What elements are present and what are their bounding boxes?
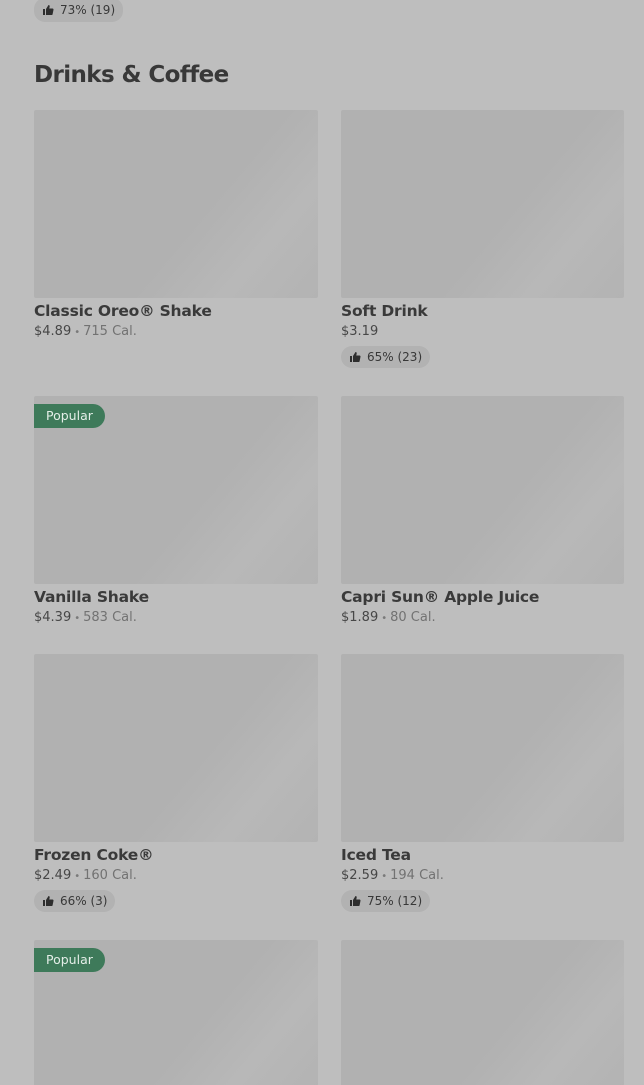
rating-badge: 73% (19) bbox=[34, 0, 124, 22]
menu-item-card[interactable]: Frozen Coke® $2.49 • 160 Cal. 66% (3) bbox=[34, 654, 318, 912]
item-meta: $3.19 bbox=[341, 324, 624, 339]
menu-item-card[interactable]: Classic Oreo® Shake $4.89 • 715 Cal. bbox=[34, 110, 318, 339]
item-name[interactable]: Frozen Coke® bbox=[34, 846, 318, 864]
menu-page: 73% (19) Drinks & Coffee Classic Oreo® S… bbox=[0, 0, 644, 1085]
separator-dot: • bbox=[381, 613, 388, 624]
separator-dot: • bbox=[74, 327, 81, 338]
item-price: $3.19 bbox=[341, 324, 379, 339]
item-image[interactable] bbox=[341, 110, 624, 298]
item-price: $2.59 bbox=[341, 868, 379, 883]
rating-badge: 75% (12) bbox=[341, 890, 431, 912]
section-title: Drinks & Coffee bbox=[34, 62, 229, 88]
item-meta: $1.89 • 80 Cal. bbox=[341, 610, 624, 625]
thumbs-up-icon bbox=[350, 352, 361, 362]
rating-text: 65% (23) bbox=[367, 350, 423, 364]
item-calories: 583 Cal. bbox=[83, 610, 137, 625]
menu-item-card[interactable]: Popular bbox=[34, 940, 318, 1085]
menu-item-card[interactable]: Iced Tea $2.59 • 194 Cal. 75% (12) bbox=[341, 654, 624, 912]
menu-item-card[interactable]: Popular Vanilla Shake $4.39 • 583 Cal. bbox=[34, 396, 318, 625]
item-image[interactable]: Popular bbox=[34, 396, 318, 584]
item-name[interactable]: Capri Sun® Apple Juice bbox=[341, 588, 624, 606]
item-image[interactable] bbox=[34, 110, 318, 298]
item-meta: $4.39 • 583 Cal. bbox=[34, 610, 318, 625]
item-meta: $2.59 • 194 Cal. bbox=[341, 868, 624, 883]
separator-dot: • bbox=[74, 613, 81, 624]
item-name[interactable]: Classic Oreo® Shake bbox=[34, 302, 318, 320]
popular-badge: Popular bbox=[34, 404, 105, 428]
rating-text: 66% (3) bbox=[60, 894, 108, 908]
popular-badge: Popular bbox=[34, 948, 105, 972]
item-calories: 194 Cal. bbox=[390, 868, 444, 883]
item-image[interactable] bbox=[341, 654, 624, 842]
menu-item-card[interactable] bbox=[341, 940, 624, 1085]
rating-text: 73% (19) bbox=[60, 3, 116, 17]
item-name[interactable]: Vanilla Shake bbox=[34, 588, 318, 606]
item-price: $4.39 bbox=[34, 610, 72, 625]
item-image[interactable] bbox=[34, 654, 318, 842]
item-image[interactable] bbox=[341, 940, 624, 1085]
item-price: $1.89 bbox=[341, 610, 379, 625]
item-image[interactable]: Popular bbox=[34, 940, 318, 1085]
rating-text: 75% (12) bbox=[367, 894, 423, 908]
rating-badge: 66% (3) bbox=[34, 890, 116, 912]
item-calories: 715 Cal. bbox=[83, 324, 137, 339]
menu-item-card[interactable]: Soft Drink $3.19 65% (23) bbox=[341, 110, 624, 368]
item-price: $2.49 bbox=[34, 868, 72, 883]
item-meta: $2.49 • 160 Cal. bbox=[34, 868, 318, 883]
thumbs-up-icon bbox=[43, 5, 54, 15]
item-name[interactable]: Soft Drink bbox=[341, 302, 624, 320]
item-calories: 80 Cal. bbox=[390, 610, 436, 625]
item-price: $4.89 bbox=[34, 324, 72, 339]
menu-item-card[interactable]: Capri Sun® Apple Juice $1.89 • 80 Cal. bbox=[341, 396, 624, 625]
separator-dot: • bbox=[381, 871, 388, 882]
thumbs-up-icon bbox=[43, 896, 54, 906]
item-image[interactable] bbox=[341, 396, 624, 584]
thumbs-up-icon bbox=[350, 896, 361, 906]
item-calories: 160 Cal. bbox=[83, 868, 137, 883]
item-meta: $4.89 • 715 Cal. bbox=[34, 324, 318, 339]
rating-badge: 65% (23) bbox=[341, 346, 431, 368]
separator-dot: • bbox=[74, 871, 81, 882]
item-name[interactable]: Iced Tea bbox=[341, 846, 624, 864]
